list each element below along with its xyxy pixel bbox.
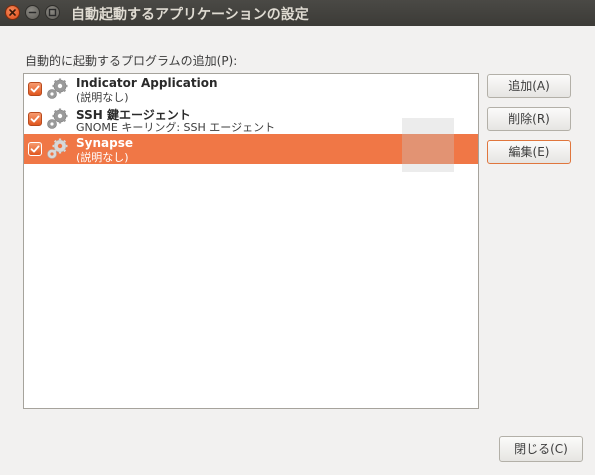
startup-program-list[interactable]: Indicator Application (説明なし) SSH 鍵エージェント… xyxy=(23,73,479,409)
gears-icon xyxy=(47,78,68,99)
checkmark-icon xyxy=(30,115,40,123)
program-enabled-checkbox[interactable] xyxy=(28,112,42,126)
title-bar[interactable]: 自動起動するアプリケーションの設定 xyxy=(0,0,595,26)
program-description: GNOME キーリング: SSH エージェント xyxy=(76,121,276,134)
window-close-button[interactable] xyxy=(5,5,20,20)
program-name: Indicator Application xyxy=(76,76,218,90)
window-minimize-button[interactable] xyxy=(25,5,40,20)
add-button[interactable]: 追加(A) xyxy=(487,74,571,98)
remove-button[interactable]: 削除(R) xyxy=(487,107,571,131)
window-maximize-button[interactable] xyxy=(45,5,60,20)
gears-icon xyxy=(47,108,68,129)
program-enabled-checkbox[interactable] xyxy=(28,82,42,96)
program-name: Synapse xyxy=(76,136,133,150)
program-row[interactable]: Indicator Application (説明なし) xyxy=(24,74,478,104)
drag-ghost-overlay xyxy=(402,118,454,172)
program-enabled-checkbox[interactable] xyxy=(28,142,42,156)
program-list-label: 自動的に起動するプログラムの追加(P): xyxy=(25,54,238,68)
program-description: (説明なし) xyxy=(76,151,129,164)
close-button[interactable]: 閉じる(C) xyxy=(499,436,583,462)
minimize-icon xyxy=(28,11,37,14)
close-icon xyxy=(9,9,16,16)
checkmark-icon xyxy=(30,85,40,93)
edit-button[interactable]: 編集(E) xyxy=(487,140,571,164)
startup-applications-window: 自動起動するアプリケーションの設定 自動的に起動するプログラムの追加(P): I… xyxy=(0,0,595,475)
gears-icon xyxy=(47,138,68,159)
window-title: 自動起動するアプリケーションの設定 xyxy=(71,7,309,23)
checkmark-icon xyxy=(30,145,40,153)
maximize-icon xyxy=(48,8,57,17)
program-description: (説明なし) xyxy=(76,91,129,104)
